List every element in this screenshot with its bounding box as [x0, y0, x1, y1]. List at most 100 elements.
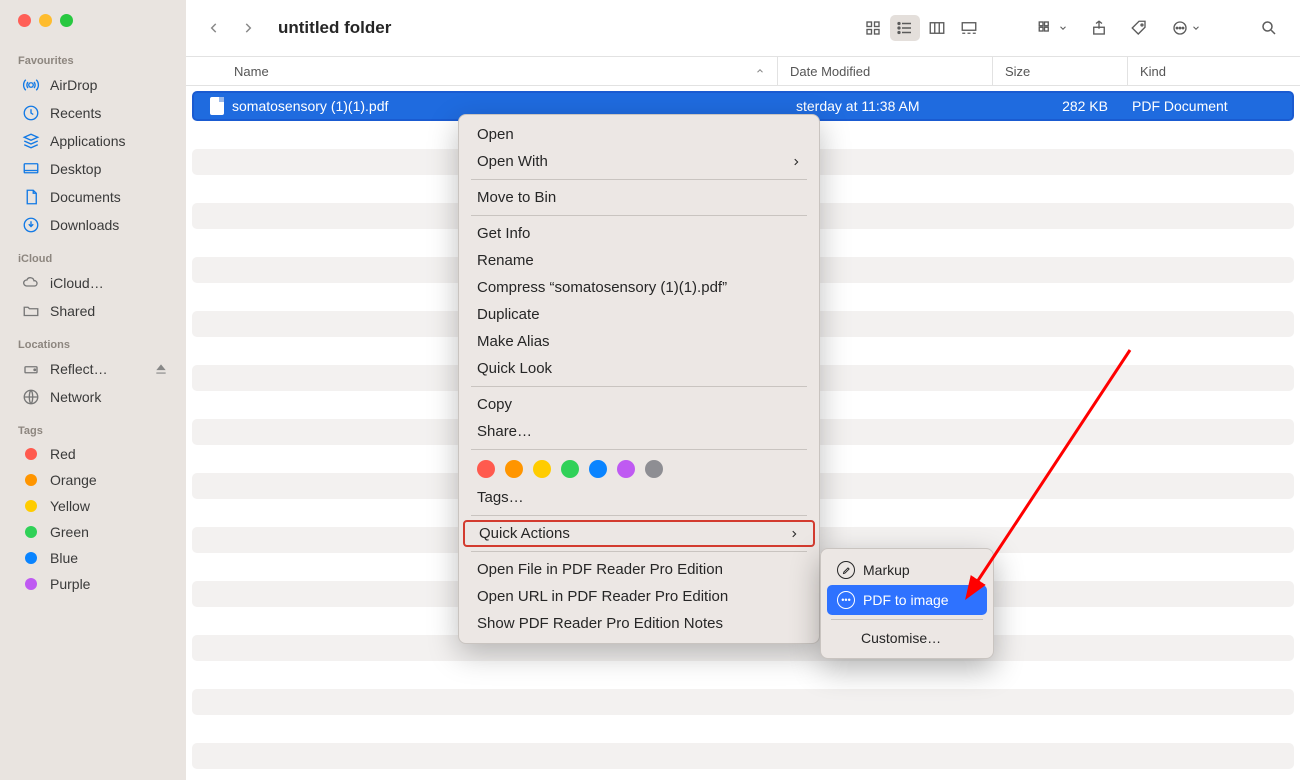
sidebar-tag-yellow[interactable]: Yellow — [0, 493, 186, 519]
quick-actions-submenu: Markup ••• PDF to image Customise… — [820, 548, 994, 659]
submenu-markup[interactable]: Markup — [827, 555, 987, 585]
zoom-window-button[interactable] — [60, 14, 73, 27]
menu-make-alias[interactable]: Make Alias — [459, 328, 819, 355]
menu-quick-actions[interactable]: Quick Actions — [463, 520, 815, 547]
menu-separator — [471, 179, 807, 180]
window-controls — [0, 14, 186, 41]
tag-color-green[interactable] — [561, 460, 579, 478]
documents-icon — [22, 188, 40, 206]
minimize-window-button[interactable] — [39, 14, 52, 27]
tag-color-yellow[interactable] — [533, 460, 551, 478]
submenu-pdf-to-image[interactable]: ••• PDF to image — [827, 585, 987, 615]
tag-color-blue[interactable] — [589, 460, 607, 478]
sidebar-item-label: Red — [50, 446, 76, 462]
menu-share[interactable]: Share… — [459, 418, 819, 445]
menu-open-file-pdfreader[interactable]: Open File in PDF Reader Pro Edition — [459, 556, 819, 583]
sidebar-item-applications[interactable]: Applications — [0, 127, 186, 155]
tag-color-grey[interactable] — [645, 460, 663, 478]
column-headers: Name Date Modified Size Kind — [186, 56, 1300, 86]
column-date[interactable]: Date Modified — [778, 57, 993, 85]
sidebar-item-label: Recents — [50, 105, 101, 121]
close-window-button[interactable] — [18, 14, 31, 27]
file-row-empty — [192, 743, 1294, 769]
submenu-customise[interactable]: Customise… — [827, 624, 987, 652]
group-by-button[interactable] — [1030, 15, 1074, 41]
sidebar-tag-green[interactable]: Green — [0, 519, 186, 545]
sidebar: Favourites AirDrop Recents Applications … — [0, 0, 186, 780]
sidebar-item-label: Desktop — [50, 161, 101, 177]
tag-color-orange[interactable] — [505, 460, 523, 478]
menu-show-notes[interactable]: Show PDF Reader Pro Edition Notes — [459, 610, 819, 637]
sidebar-item-label: Reflect… — [50, 361, 108, 377]
list-view-button[interactable] — [890, 15, 920, 41]
file-date: sterday at 11:38 AM — [784, 98, 986, 114]
menu-open-with[interactable]: Open With — [459, 148, 819, 175]
menu-open[interactable]: Open — [459, 121, 819, 148]
sidebar-header-tags: Tags — [0, 417, 186, 441]
markup-icon — [837, 561, 855, 579]
sidebar-header-favourites: Favourites — [0, 47, 186, 71]
sidebar-tag-blue[interactable]: Blue — [0, 545, 186, 571]
back-button[interactable] — [202, 16, 226, 40]
disk-icon — [22, 360, 40, 378]
shared-folder-icon — [22, 302, 40, 320]
sidebar-tag-orange[interactable]: Orange — [0, 467, 186, 493]
icon-view-button[interactable] — [858, 15, 888, 41]
column-view-button[interactable] — [922, 15, 952, 41]
column-size[interactable]: Size — [993, 57, 1128, 85]
menu-get-info[interactable]: Get Info — [459, 220, 819, 247]
sidebar-item-recents[interactable]: Recents — [0, 99, 186, 127]
sidebar-item-airdrop[interactable]: AirDrop — [0, 71, 186, 99]
sidebar-item-network[interactable]: Network — [0, 383, 186, 411]
tag-color-red[interactable] — [477, 460, 495, 478]
sidebar-item-shared[interactable]: Shared — [0, 297, 186, 325]
file-kind: PDF Document — [1120, 98, 1292, 114]
sidebar-item-downloads[interactable]: Downloads — [0, 211, 186, 239]
actions-button[interactable] — [1164, 15, 1208, 41]
chevron-right-icon — [789, 527, 799, 541]
menu-rename[interactable]: Rename — [459, 247, 819, 274]
tags-button[interactable] — [1124, 15, 1154, 41]
column-name[interactable]: Name — [186, 57, 778, 85]
menu-move-to-bin[interactable]: Move to Bin — [459, 184, 819, 211]
tag-color-purple[interactable] — [617, 460, 635, 478]
sidebar-item-desktop[interactable]: Desktop — [0, 155, 186, 183]
menu-compress[interactable]: Compress “somatosensory (1)(1).pdf” — [459, 274, 819, 301]
file-row-empty — [192, 689, 1294, 715]
sidebar-tag-purple[interactable]: Purple — [0, 571, 186, 597]
gallery-view-button[interactable] — [954, 15, 984, 41]
menu-open-url-pdfreader[interactable]: Open URL in PDF Reader Pro Edition — [459, 583, 819, 610]
menu-separator — [471, 515, 807, 516]
sidebar-item-label: Green — [50, 524, 89, 540]
column-kind[interactable]: Kind — [1128, 57, 1300, 85]
menu-duplicate[interactable]: Duplicate — [459, 301, 819, 328]
menu-tags[interactable]: Tags… — [459, 484, 819, 511]
share-button[interactable] — [1084, 15, 1114, 41]
menu-separator — [471, 215, 807, 216]
tag-dot-icon — [25, 552, 37, 564]
search-button[interactable] — [1254, 15, 1284, 41]
file-size: 282 KB — [986, 98, 1120, 114]
desktop-icon — [22, 160, 40, 178]
applications-icon — [22, 132, 40, 150]
menu-separator — [471, 386, 807, 387]
menu-quick-look[interactable]: Quick Look — [459, 355, 819, 382]
sidebar-item-documents[interactable]: Documents — [0, 183, 186, 211]
forward-button[interactable] — [236, 16, 260, 40]
tag-dot-icon — [25, 500, 37, 512]
sidebar-item-label: Network — [50, 389, 101, 405]
file-name: somatosensory (1)(1).pdf — [232, 98, 388, 114]
sidebar-item-icloud[interactable]: iCloud… — [0, 269, 186, 297]
menu-tag-colors — [459, 454, 819, 484]
sort-indicator-icon — [755, 66, 765, 76]
sidebar-tag-red[interactable]: Red — [0, 441, 186, 467]
sidebar-item-reflect[interactable]: Reflect… — [0, 355, 186, 383]
sidebar-item-label: Downloads — [50, 217, 119, 233]
menu-copy[interactable]: Copy — [459, 391, 819, 418]
file-row-empty — [192, 716, 1294, 742]
sidebar-item-label: Documents — [50, 189, 121, 205]
sidebar-item-label: Applications — [50, 133, 126, 149]
tag-dot-icon — [25, 526, 37, 538]
eject-icon[interactable] — [154, 362, 168, 376]
view-switcher — [858, 15, 984, 41]
